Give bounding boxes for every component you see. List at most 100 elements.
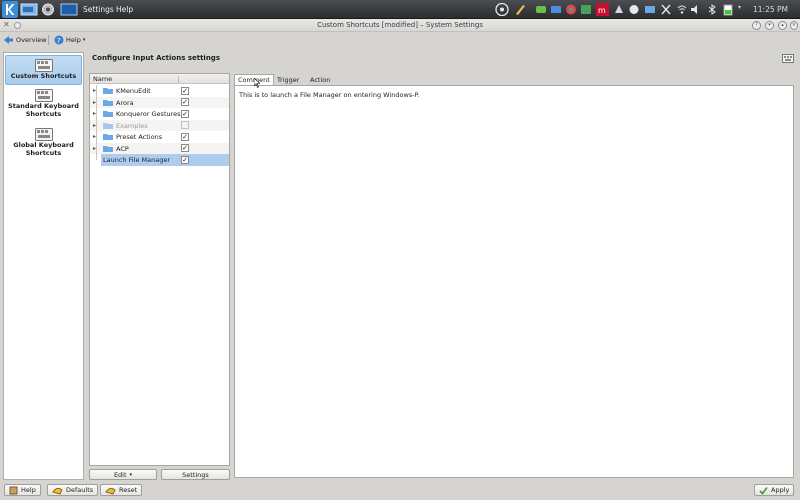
tab-action[interactable]: Action — [306, 74, 334, 85]
svg-text:?: ? — [57, 37, 61, 45]
toolbar-separator — [48, 35, 49, 45]
help-label: Help — [66, 36, 81, 44]
tree-row-label: Konqueror Gestures — [116, 110, 181, 118]
mouse-cursor-icon — [254, 78, 260, 88]
folder-icon — [103, 145, 113, 152]
system-settings-icon[interactable] — [40, 2, 56, 17]
tree-row-label: KMenuEdit — [116, 87, 151, 95]
volume-icon[interactable] — [690, 3, 702, 16]
folder-icon — [103, 122, 113, 129]
overview-label: Overview — [16, 36, 47, 44]
desktop-window-icon[interactable] — [60, 2, 78, 17]
maximize-icon[interactable]: ▴ — [778, 21, 787, 30]
tree-row-label: Arora — [116, 98, 134, 107]
tree-row-label: Examples — [116, 121, 148, 130]
svg-text:m: m — [598, 6, 606, 15]
screen-icon[interactable] — [644, 3, 656, 16]
keyboard-icon — [34, 128, 53, 141]
settings-menu[interactable]: Settings — [83, 5, 114, 14]
tree-row-launch-file-manager[interactable]: Launch File Manager ✓ — [101, 154, 229, 166]
help-toolbar-button[interactable]: ? Help ▾ — [54, 34, 85, 46]
tree-row-konqueror-gestures[interactable]: ▸ Konqueror Gestures ✓ — [90, 108, 229, 120]
sidebar-item-label: Custom Shortcuts — [10, 72, 77, 80]
close-icon[interactable]: × — [790, 21, 798, 30]
chevron-down-icon: ▾ — [129, 471, 133, 478]
column-separator[interactable] — [178, 76, 179, 83]
tray-expand-icon[interactable]: ▾ — [738, 4, 741, 11]
chrome-icon[interactable] — [565, 3, 577, 16]
sidebar-item-global-keyboard-shortcuts[interactable]: Global Keyboard Shortcuts — [5, 128, 82, 162]
actions-tree[interactable]: Name ▸ KMenuEdit ✓ ▸ Arora ✓ ▸ Konqueror… — [89, 73, 230, 466]
clock[interactable]: 11:25 PM — [753, 5, 788, 14]
check-icon — [759, 486, 768, 495]
sidebar-item-standard-keyboard-shortcuts[interactable]: Standard Keyboard Shortcuts — [5, 89, 82, 123]
update-icon[interactable] — [580, 3, 592, 16]
enabled-checkbox[interactable]: ✓ — [181, 132, 189, 141]
enabled-checkbox[interactable]: ✓ — [181, 86, 189, 95]
folder-icon — [103, 111, 113, 117]
keyboard-icon — [782, 54, 794, 63]
defaults-button[interactable]: Defaults — [47, 484, 99, 496]
comment-panel[interactable]: This is to launch a File Manager on ente… — [234, 85, 794, 478]
settings-button[interactable]: Settings — [161, 469, 230, 480]
pencil-icon[interactable] — [514, 3, 526, 16]
help-window-icon[interactable]: ? — [752, 21, 761, 30]
reset-button[interactable]: Reset — [100, 484, 143, 496]
tree-row-arora[interactable]: ▸ Arora ✓ — [90, 96, 229, 108]
help-book-icon — [9, 486, 18, 494]
sidebar-item-custom-shortcuts[interactable]: Custom Shortcuts — [5, 55, 82, 85]
tree-row-preset-actions[interactable]: ▸ Preset Actions ✓ — [90, 131, 229, 143]
sidebar: Custom Shortcuts Standard Keyboard Short… — [3, 52, 84, 480]
column-name-header[interactable]: Name — [93, 75, 112, 83]
tree-row-label: Launch File Manager — [103, 156, 171, 164]
battery-icon[interactable] — [722, 3, 734, 16]
defaults-label: Defaults — [66, 486, 94, 494]
sidebar-item-label: Global Keyboard Shortcuts — [13, 141, 74, 157]
edit-button[interactable]: Edit ▾ — [89, 469, 157, 480]
edit-label: Edit — [113, 470, 127, 479]
help-icon: ? — [54, 35, 64, 45]
reset-icon — [105, 487, 116, 495]
tab-trigger[interactable]: Trigger — [273, 74, 303, 85]
dolphin-icon[interactable] — [20, 2, 38, 17]
help-menu[interactable]: Help — [116, 5, 133, 14]
app-icon[interactable]: m — [596, 3, 609, 16]
tree-branch-line — [96, 85, 97, 160]
tree-header[interactable]: Name — [90, 74, 229, 84]
clipboard-icon[interactable] — [613, 3, 625, 16]
overview-button[interactable]: Overview — [3, 34, 47, 46]
mail-icon[interactable] — [550, 3, 562, 16]
defaults-icon — [52, 487, 63, 495]
tools-icon[interactable] — [660, 3, 672, 16]
apply-label: Apply — [771, 486, 790, 494]
enabled-checkbox[interactable]: ✓ — [181, 109, 189, 118]
page-title: Configure Input Actions settings — [92, 54, 220, 62]
toolbar: Overview ? Help ▾ — [0, 32, 800, 48]
kmix-icon[interactable] — [628, 3, 640, 16]
kde-menu-icon[interactable] — [2, 1, 18, 18]
help-button[interactable]: Help — [4, 484, 41, 496]
apply-button[interactable]: Apply — [754, 484, 795, 496]
tree-row-examples[interactable]: ▸ Examples — [90, 119, 229, 131]
reset-label: Reset — [119, 486, 138, 494]
comment-text[interactable]: This is to launch a File Manager on ente… — [239, 91, 420, 99]
chat-icon[interactable] — [535, 3, 547, 16]
tree-row-label: Preset Actions — [116, 133, 163, 141]
settings-label: Settings — [182, 470, 209, 479]
bluetooth-icon[interactable] — [706, 3, 718, 16]
tree-row-acp[interactable]: ▸ ACP ✓ — [90, 142, 229, 154]
enabled-checkbox[interactable]: ✓ — [181, 144, 189, 152]
back-arrow-icon — [4, 36, 13, 44]
enabled-checkbox[interactable]: ✓ — [181, 98, 189, 106]
wifi-icon[interactable] — [676, 3, 688, 16]
help-label: Help — [21, 486, 36, 494]
network-icon[interactable] — [495, 3, 509, 16]
sidebar-item-label: Standard Keyboard Shortcuts — [8, 102, 79, 118]
window-titlebar[interactable]: ✕ Custom Shortcuts [modified] – System S… — [0, 19, 800, 32]
enabled-checkbox[interactable]: ✓ — [181, 155, 189, 164]
minimize-icon[interactable]: ▾ — [765, 21, 774, 30]
folder-icon — [103, 88, 113, 94]
enabled-checkbox[interactable] — [181, 121, 189, 129]
top-panel: Settings Help m ▾ 11:25 PM — [0, 0, 800, 19]
tree-row-kmenuedit[interactable]: ▸ KMenuEdit ✓ — [90, 85, 229, 97]
